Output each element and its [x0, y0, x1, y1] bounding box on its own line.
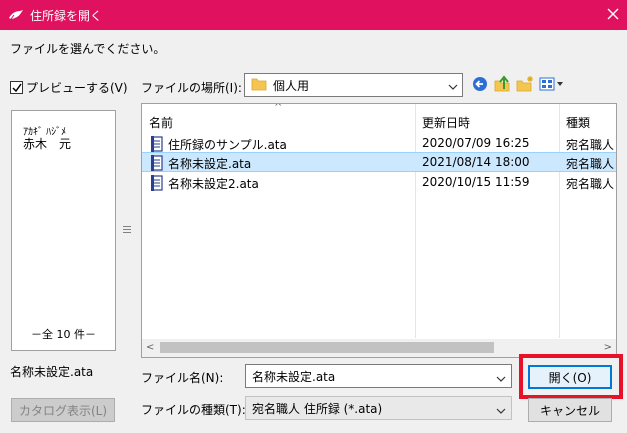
open-address-book-dialog: 住所録を開く ファイルを選んでください。 プレビューする(V) ｱｶｷﾞ ﾊｼﾞ…	[0, 0, 627, 433]
scrollbar-thumb[interactable]	[160, 342, 494, 353]
filename-value: 名称未設定.ata	[252, 369, 336, 384]
file-type: 宛名職人	[566, 157, 615, 171]
preview-count: －全 10 件－	[31, 328, 96, 341]
address-file-icon	[150, 155, 164, 174]
file-row-selected[interactable]: 名称未設定.ata 2021/08/14 18:00 宛名職人	[142, 152, 616, 174]
checkmark-icon	[12, 83, 22, 93]
filetype-select[interactable]: 宛名職人 住所録 (*.ata)	[245, 396, 512, 420]
up-folder-icon[interactable]	[493, 75, 511, 93]
filetype-label: ファイルの種類(T):	[141, 403, 246, 417]
cancel-button[interactable]: キャンセル	[528, 398, 612, 422]
chevron-down-icon[interactable]	[496, 372, 506, 386]
preview-name: 赤木 元	[23, 137, 72, 151]
file-name: 名称未設定2.ata	[168, 177, 259, 191]
selected-file-label: 名称未設定.ata	[10, 365, 94, 379]
file-type: 宛名職人	[566, 177, 615, 191]
open-button[interactable]: 開く(O)	[528, 365, 612, 389]
address-file-icon	[150, 175, 164, 194]
folder-icon	[251, 77, 267, 94]
file-row[interactable]: 名称未設定2.ata 2020/10/15 11:59 宛名職人	[142, 173, 616, 194]
close-icon[interactable]	[605, 6, 621, 22]
location-label: ファイルの場所(I):	[141, 81, 242, 95]
column-header-type[interactable]: 種類	[559, 110, 616, 134]
filename-label: ファイル名(N):	[141, 371, 224, 385]
checkbox-box[interactable]	[10, 81, 23, 94]
instruction-text: ファイルを選んでください。	[10, 42, 166, 56]
location-value: 個人用	[273, 78, 310, 93]
app-logo-icon	[6, 5, 26, 25]
file-list[interactable]: ^ 名前 更新日時 種類 住所録のサンプル.ata 2020/07/09 16:…	[141, 103, 617, 358]
preview-pane: ｱｶｷﾞ ﾊｼﾞﾒ 赤木 元 －全 10 件－	[11, 110, 116, 351]
file-type: 宛名職人	[566, 138, 615, 152]
file-name: 住所録のサンプル.ata	[168, 138, 287, 152]
location-combobox[interactable]: 個人用	[244, 73, 463, 97]
file-date: 2020/10/15 11:59	[422, 175, 530, 189]
view-menu-icon[interactable]	[539, 75, 565, 93]
catalog-view-button[interactable]: カタログ表示(L)	[11, 398, 115, 422]
chevron-down-icon[interactable]	[448, 80, 458, 94]
chevron-down-icon[interactable]	[496, 404, 506, 418]
back-icon[interactable]	[471, 75, 489, 93]
window-title: 住所録を開く	[30, 8, 103, 23]
new-folder-icon[interactable]	[516, 75, 534, 93]
file-date: 2021/08/14 18:00	[422, 155, 530, 169]
column-header-name[interactable]: 名前	[142, 110, 415, 134]
filetype-value: 宛名職人 住所録 (*.ata)	[252, 401, 383, 416]
splitter-grip-icon[interactable]	[123, 226, 131, 238]
preview-checkbox[interactable]: プレビューする(V)	[10, 79, 128, 96]
file-name: 名称未設定.ata	[168, 157, 252, 171]
column-header-date[interactable]: 更新日時	[415, 110, 559, 134]
file-date: 2020/07/09 16:25	[422, 136, 530, 150]
file-row[interactable]: 住所録のサンプル.ata 2020/07/09 16:25 宛名職人	[142, 134, 616, 154]
title-bar: 住所録を開く	[0, 0, 627, 30]
filename-input[interactable]: 名称未設定.ata	[245, 364, 512, 388]
scroll-left-icon[interactable]: <	[146, 342, 154, 353]
scroll-right-icon[interactable]: >	[604, 342, 612, 353]
preview-checkbox-label: プレビューする(V)	[26, 81, 128, 95]
